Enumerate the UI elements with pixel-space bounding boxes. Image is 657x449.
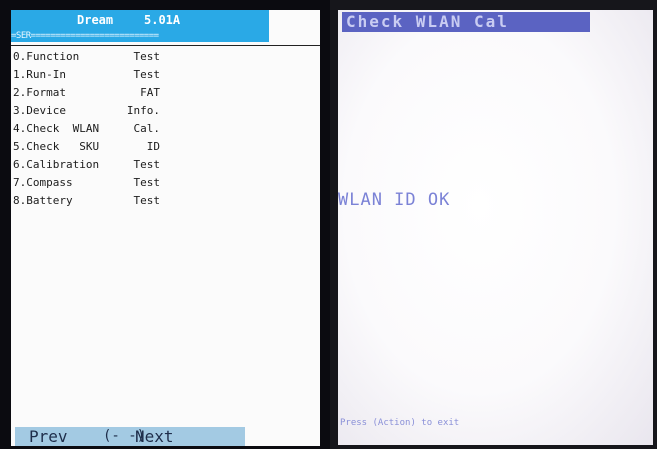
- title-bar: Dream 5.01A: [11, 10, 269, 31]
- menu-item-label: 0.Function: [13, 50, 80, 63]
- menu-list: 0.Function Test 1.Run-In Test 2.Format F…: [11, 48, 320, 210]
- next-button[interactable]: Next: [135, 427, 174, 446]
- menu-divider: [11, 45, 320, 46]
- menu-item-label: 8.Battery: [13, 194, 73, 207]
- menu-item-label: 7.Compass: [13, 176, 73, 189]
- menu-item-format-fat[interactable]: 2.Format FAT: [11, 84, 320, 102]
- version-label: 5.01A: [144, 13, 181, 27]
- menu-item-value: Test: [133, 158, 161, 171]
- left-device-photo: Dream 5.01A =SER========================…: [0, 0, 330, 449]
- menu-item-label: 2.Format: [13, 86, 66, 99]
- separator-line: =SER==========================: [11, 31, 269, 42]
- status-message: WLAN ID OK: [338, 190, 451, 210]
- menu-item-value: Test: [133, 68, 161, 81]
- menu-item-function-test[interactable]: 0.Function Test: [11, 48, 320, 66]
- menu-item-compass-test[interactable]: 7.Compass Test: [11, 174, 320, 192]
- menu-item-label: 6.Calibration: [13, 158, 100, 171]
- menu-item-value: Test: [133, 50, 161, 63]
- menu-item-battery-test[interactable]: 8.Battery Test: [11, 192, 320, 210]
- wlan-check-screen: Check WLAN Cal WLAN ID OK Press (Action)…: [338, 10, 653, 445]
- menu-item-run-in-test[interactable]: 1.Run-In Test: [11, 66, 320, 84]
- right-device-photo: Check WLAN Cal WLAN ID OK Press (Action)…: [330, 0, 657, 449]
- menu-item-device-info[interactable]: 3.Device Info.: [11, 102, 320, 120]
- menu-item-check-wlan-cal[interactable]: 4.Check WLAN Cal.: [11, 120, 320, 138]
- nav-bar: Prev (- -) Next: [15, 427, 245, 446]
- menu-item-label: 3.Device: [13, 104, 66, 117]
- exit-hint: Press (Action) to exit: [340, 418, 460, 428]
- menu-item-label: 5.Check SKU: [13, 140, 100, 153]
- menu-item-value: Info.: [126, 104, 160, 117]
- screen-header: Check WLAN Cal: [342, 12, 590, 32]
- menu-item-value: Cal.: [133, 122, 161, 135]
- prev-button[interactable]: Prev: [29, 427, 68, 446]
- menu-item-label: 4.Check WLAN: [13, 122, 100, 135]
- menu-item-label: 1.Run-In: [13, 68, 66, 81]
- menu-item-value: FAT: [140, 86, 160, 99]
- menu-screen: Dream 5.01A =SER========================…: [11, 10, 320, 446]
- menu-item-value: Test: [133, 194, 161, 207]
- app-title: Dream: [77, 13, 114, 27]
- menu-item-value: ID: [146, 140, 160, 153]
- menu-item-calibration-test[interactable]: 6.Calibration Test: [11, 156, 320, 174]
- menu-item-check-sku-id[interactable]: 5.Check SKU ID: [11, 138, 320, 156]
- menu-item-value: Test: [133, 176, 161, 189]
